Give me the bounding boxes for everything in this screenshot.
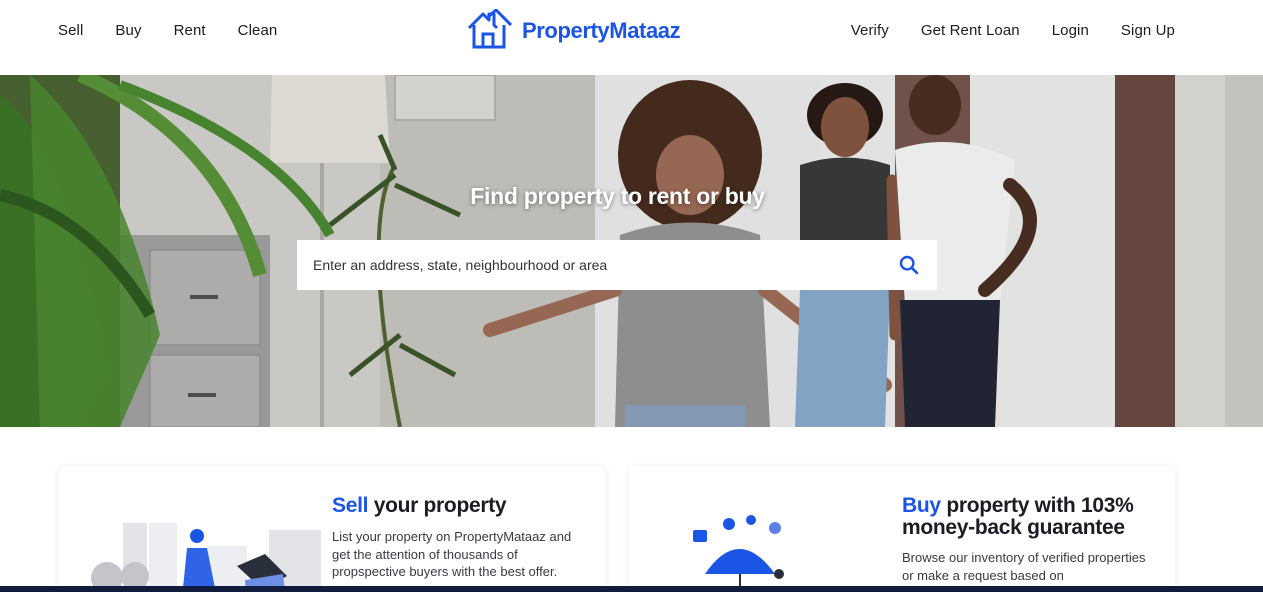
buy-guarantee-illustration	[693, 515, 784, 592]
bottom-scroll-bar	[0, 586, 1263, 592]
property-search-bar	[297, 240, 937, 290]
buy-title-accent: Buy	[902, 494, 941, 517]
nav-signup-link[interactable]: Sign Up	[1121, 22, 1175, 39]
nav-clean-link[interactable]: Clean	[238, 22, 278, 39]
buy-card-description: Browse our inventory of verified propert…	[902, 550, 1146, 583]
search-icon[interactable]	[897, 253, 921, 277]
property-search-input[interactable]	[313, 257, 897, 273]
sell-title-accent: Sell	[332, 494, 369, 517]
nav-rent-loan-link[interactable]: Get Rent Loan	[921, 22, 1020, 39]
nav-login-link[interactable]: Login	[1052, 22, 1089, 39]
hero-title: Find property to rent or buy	[470, 183, 765, 209]
nav-buy-link[interactable]: Buy	[115, 22, 141, 39]
buy-property-card[interactable]: Buy property with 103% money-back guaran…	[629, 466, 1175, 592]
site-logo[interactable]: PropertyMataaz	[466, 8, 681, 54]
sell-card-title: Sell your property	[332, 495, 592, 517]
logo-text: PropertyMataaz	[522, 18, 681, 43]
nav-verify-link[interactable]: Verify	[851, 22, 889, 39]
house-outline-icon	[466, 8, 513, 54]
account-nav: Verify Get Rent Loan Login Sign Up	[851, 0, 1175, 60]
sell-property-card[interactable]: H Sell your property List your property …	[59, 466, 605, 592]
sell-title-rest: your property	[368, 494, 507, 517]
hero-banner: Find property to rent or buy	[0, 75, 1263, 427]
site-header: Sell Buy Rent Clean PropertyMataaz Verif…	[0, 0, 1263, 75]
sell-card-description: List your property on PropertyMataaz and…	[332, 529, 572, 579]
buy-card-title: Buy property with 103% money-back guaran…	[902, 495, 1164, 539]
nav-rent-link[interactable]: Rent	[174, 22, 206, 39]
primary-nav: Sell Buy Rent Clean	[58, 0, 277, 60]
sell-illustration: H	[91, 523, 321, 592]
nav-sell-link[interactable]: Sell	[58, 22, 83, 39]
